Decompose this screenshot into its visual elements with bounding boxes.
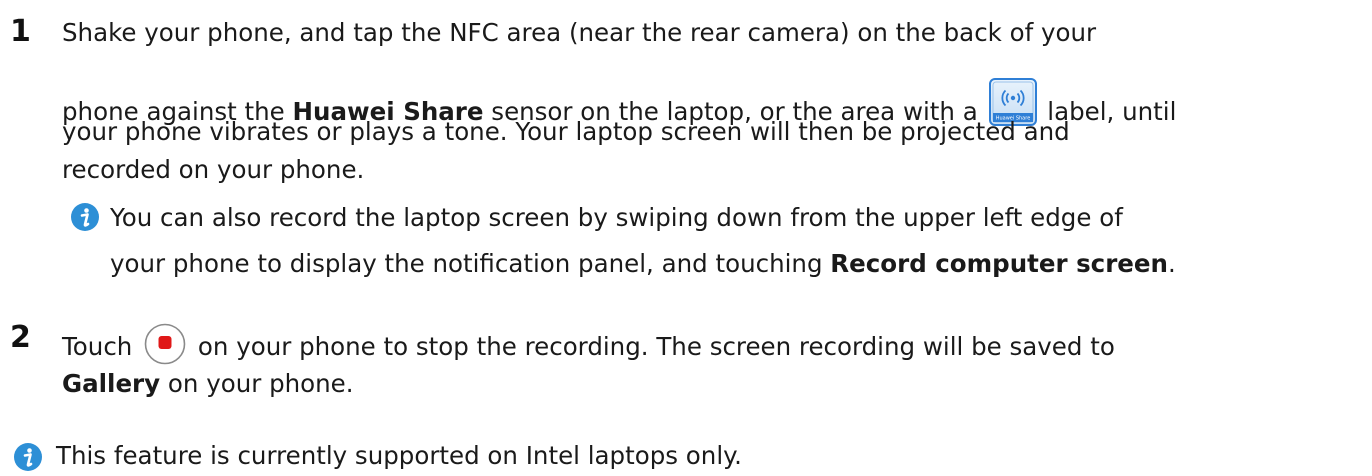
note1-line2-start: your phone to display the notification p… (110, 249, 831, 278)
note1-text-line2: your phone to display the notification p… (110, 248, 1176, 280)
step2-text-line2: Gallery on your phone. (62, 368, 354, 400)
step-number-2: 2 (10, 320, 31, 355)
step2-line1-start: Touch (62, 332, 141, 361)
step2-text-line1: Touch on your phone to stop the recordin… (62, 323, 1115, 365)
info-icon (70, 202, 100, 232)
step1-text-line1: Shake your phone, and tap the NFC area (… (62, 18, 1097, 47)
record-computer-screen-emphasis: Record computer screen (830, 249, 1168, 278)
step1-text-line3: your phone vibrates or plays a tone. You… (62, 117, 1070, 146)
step1-text-line4: recorded on your phone. (62, 155, 365, 184)
note1-text-line1: You can also record the laptop screen by… (110, 203, 1123, 232)
step-number-1: 1 (10, 14, 31, 49)
note1-line2-end: . (1167, 249, 1176, 278)
info-icon-final (13, 442, 43, 472)
final-note-text: This feature is currently supported on I… (56, 441, 742, 470)
step2-line1-end: on your phone to stop the recording. The… (190, 332, 1115, 361)
gallery-emphasis: Gallery (62, 369, 161, 398)
step2-line2-end: on your phone. (160, 369, 354, 398)
stop-recording-icon (144, 323, 186, 365)
